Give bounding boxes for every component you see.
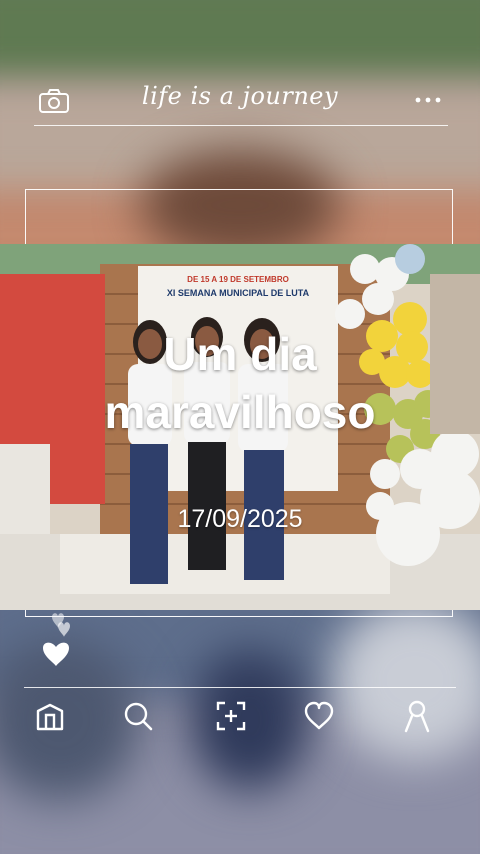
search-icon[interactable] bbox=[121, 699, 155, 733]
more-icon[interactable] bbox=[412, 90, 444, 110]
profile-icon[interactable] bbox=[400, 699, 434, 733]
add-icon[interactable] bbox=[214, 699, 248, 733]
top-divider bbox=[34, 125, 448, 126]
heart-nav-icon[interactable] bbox=[302, 699, 336, 733]
app-title: life is a journey bbox=[141, 82, 339, 110]
banner-text-line2: XI SEMANA MUNICIPAL DE LUTA bbox=[167, 288, 310, 298]
overlay-date: 17/09/2025 bbox=[177, 505, 303, 533]
bottom-divider bbox=[24, 687, 456, 688]
overlay-title: Um dia maravilhoso bbox=[104, 328, 376, 438]
banner-text-line1: DE 15 A 19 DE SETEMBRO bbox=[187, 275, 289, 284]
bottom-nav bbox=[0, 695, 480, 739]
top-bar: life is a journey bbox=[0, 72, 480, 128]
heart-icon[interactable] bbox=[40, 608, 80, 668]
home-icon[interactable] bbox=[33, 699, 67, 733]
